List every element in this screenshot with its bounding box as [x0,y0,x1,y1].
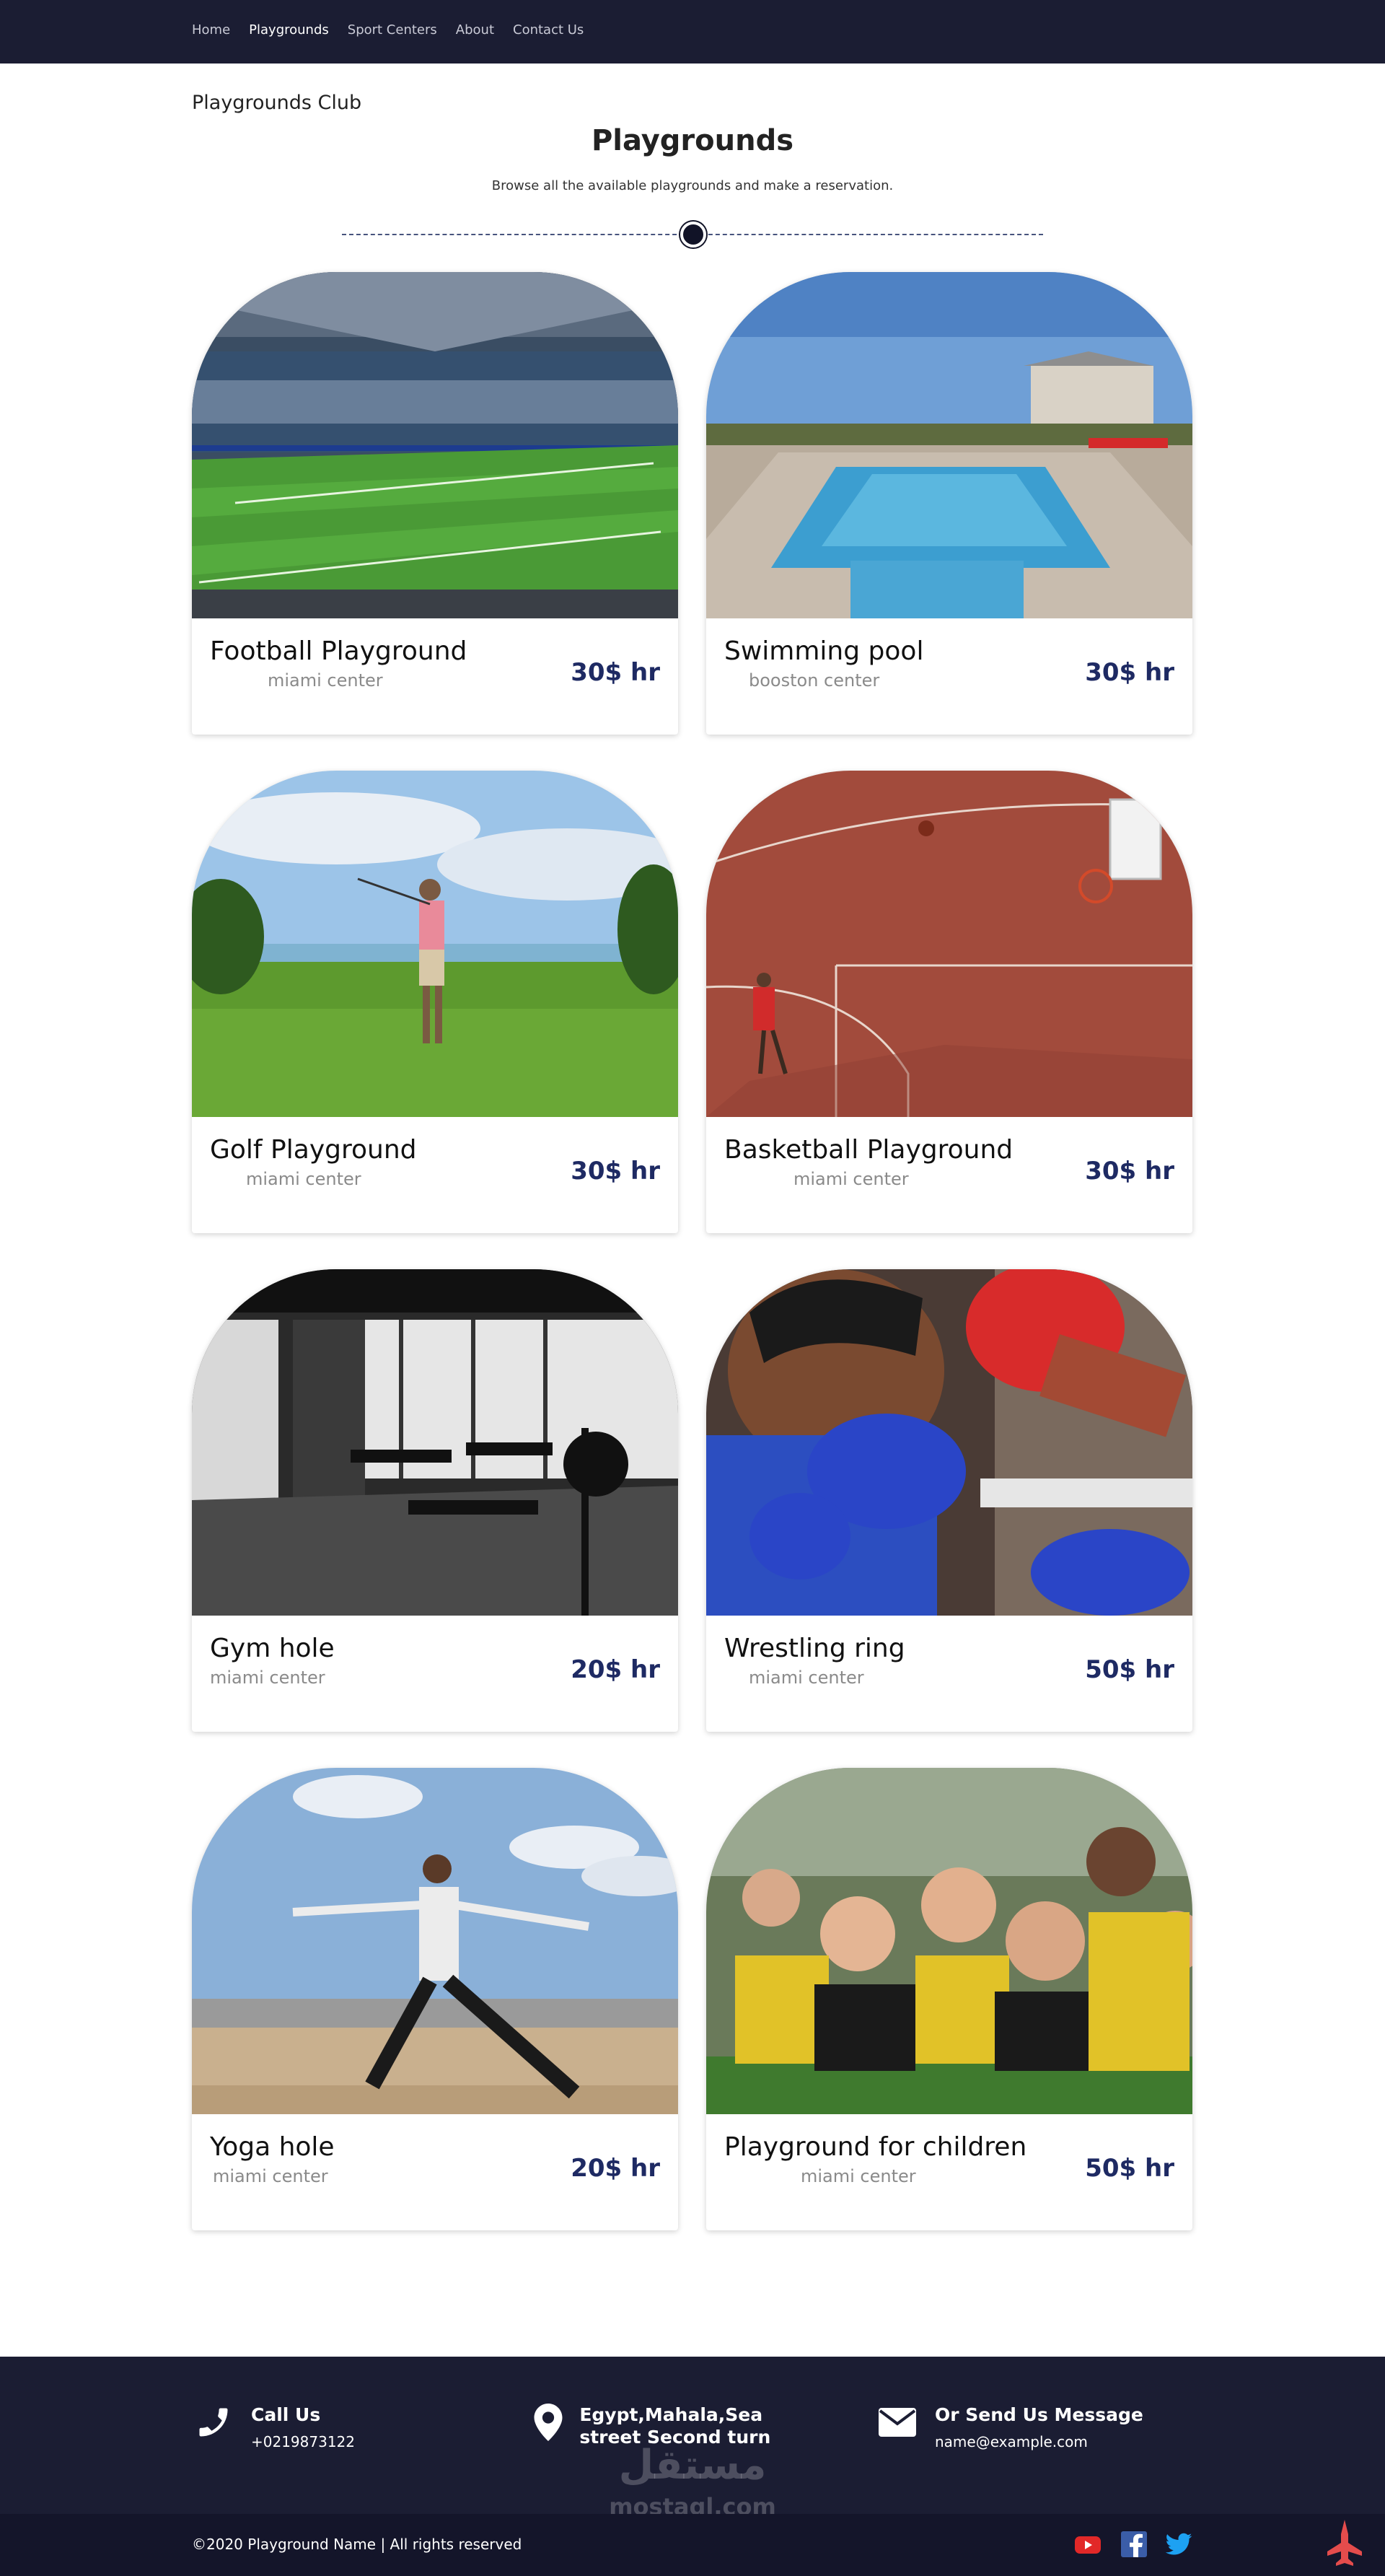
card-price: 30$ hr [571,658,660,687]
nav-sport-centers-link[interactable]: Sport Centers [348,22,437,38]
card-title: Gym hole [210,1634,335,1663]
nav-links: Home Playgrounds Sport Centers About Con… [192,22,602,38]
card-title: Playground for children [724,2132,1027,2162]
card-location: miami center [246,1169,361,1189]
footer-phone-number[interactable]: +0219873122 [251,2433,355,2450]
card-price: 20$ hr [571,2154,660,2183]
footer-address: Egypt,Mahala,Sea street Second turn [579,2404,771,2448]
nav-contact-link[interactable]: Contact Us [513,22,584,38]
playground-card[interactable]: Basketball Playground miami center 30$ h… [706,771,1192,1233]
footer-email[interactable]: name@example.com [935,2433,1143,2450]
playground-card[interactable]: Football Playground miami center 30$ hr [192,272,678,735]
envelope-icon [876,2404,919,2447]
brand-name: Playgrounds Club [192,92,362,114]
children-photo [706,1768,1192,2114]
top-navbar: Home Playgrounds Sport Centers About Con… [0,0,1385,63]
phone-icon [192,2404,235,2447]
card-location: miami center [210,1668,325,1688]
playground-card[interactable]: Wrestling ring miami center 50$ hr [706,1269,1192,1732]
card-title: Football Playground [210,636,467,666]
card-location: booston center [749,670,880,691]
footer-address-block: Egypt,Mahala,Sea street Second turn [532,2404,821,2448]
page-title: Playgrounds [591,124,794,157]
bottom-bar: ©2020 Playground Name | All rights reser… [0,2514,1385,2576]
twitter-icon[interactable] [1164,2530,1193,2559]
nav-home-link[interactable]: Home [192,22,230,38]
yoga-photo [192,1768,678,2114]
card-price: 30$ hr [571,1157,660,1186]
boxing-photo [706,1269,1192,1616]
card-location: miami center [268,670,383,691]
nav-about-link[interactable]: About [456,22,494,38]
page-subtitle: Browse all the available playgrounds and… [491,178,894,193]
card-title: Wrestling ring [724,1634,905,1663]
card-price: 20$ hr [571,1655,660,1684]
copyright-text: ©2020 Playground Name | All rights reser… [192,2536,522,2553]
svg-text:مستقل: مستقل [619,2443,767,2489]
stadium-photo [192,272,678,618]
card-price: 30$ hr [1085,658,1174,687]
card-title: Yoga hole [210,2132,335,2162]
youtube-icon[interactable] [1073,2530,1102,2559]
card-location: miami center [801,2166,916,2186]
golf-photo [192,771,678,1117]
basketball-photo [706,771,1192,1117]
card-title: Swimming pool [724,636,924,666]
nav-playgrounds-link[interactable]: Playgrounds [249,22,329,38]
scroll-to-top-jet-icon[interactable] [1326,2520,1363,2566]
playground-card[interactable]: Gym hole miami center 20$ hr [192,1269,678,1732]
card-location: miami center [793,1169,909,1189]
card-location: miami center [749,1668,864,1688]
playground-card[interactable]: Playground for children miami center 50$… [706,1768,1192,2230]
playground-card[interactable]: Yoga hole miami center 20$ hr [192,1768,678,2230]
location-pin-icon [532,2404,563,2447]
playground-card[interactable]: Golf Playground miami center 30$ hr [192,771,678,1233]
pool-photo [706,272,1192,618]
card-price: 50$ hr [1085,2154,1174,2183]
card-location: miami center [213,2166,328,2186]
footer-call-heading: Call Us [251,2404,321,2425]
divider-dot [680,222,706,247]
gym-photo [192,1269,678,1616]
footer-message-block: Or Send Us Message name@example.com [876,2404,1143,2450]
footer-message-heading: Or Send Us Message [935,2404,1143,2425]
playground-card[interactable]: Swimming pool booston center 30$ hr [706,272,1192,735]
card-price: 50$ hr [1085,1655,1174,1684]
card-title: Golf Playground [210,1135,417,1165]
card-title: Basketball Playground [724,1135,1014,1165]
card-price: 30$ hr [1085,1157,1174,1186]
footer-call-block: Call Us +0219873122 [192,2404,355,2450]
facebook-icon[interactable] [1120,2530,1148,2559]
